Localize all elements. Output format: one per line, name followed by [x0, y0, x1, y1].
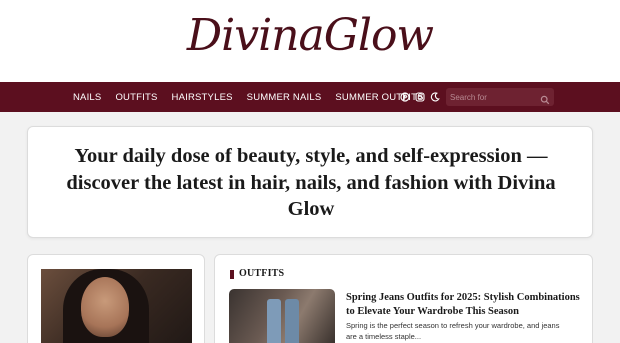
- article-thumbnail[interactable]: [229, 289, 335, 343]
- nav-item-outfits[interactable]: OUTFITS: [108, 92, 164, 103]
- nav-item-nails[interactable]: NAILS: [66, 92, 108, 103]
- outfits-section-card: OUTFITS Spring Jeans Outfits for 2025: S…: [214, 254, 593, 343]
- search-input[interactable]: [450, 88, 538, 106]
- site-logo[interactable]: DivinaGlow: [0, 6, 620, 66]
- article-excerpt: Spring is the perfect season to refresh …: [346, 321, 560, 341]
- featured-card: [27, 254, 205, 343]
- featured-image[interactable]: [41, 269, 192, 343]
- pinterest-icon[interactable]: [400, 92, 410, 102]
- nav-item-hairstyles[interactable]: HAIRSTYLES: [165, 92, 240, 103]
- instagram-icon[interactable]: [415, 92, 425, 102]
- hero-card: Your daily dose of beauty, style, and se…: [27, 126, 593, 238]
- search-box: [446, 88, 554, 106]
- hero-tagline: Your daily dose of beauty, style, and se…: [66, 145, 556, 220]
- face-shape: [81, 277, 129, 337]
- section-marker: [230, 270, 234, 279]
- nav-menu: NAILS OUTFITS HAIRSTYLES SUMMER NAILS SU…: [66, 82, 431, 112]
- article-title[interactable]: Spring Jeans Outfits for 2025: Stylish C…: [346, 291, 581, 319]
- site-header: DivinaGlow: [0, 0, 620, 82]
- search-icon[interactable]: [540, 92, 550, 105]
- moon-icon[interactable]: [430, 92, 440, 102]
- thumbnail-detail: [285, 299, 299, 343]
- thumbnail-detail: [267, 299, 281, 343]
- section-title[interactable]: OUTFITS: [239, 268, 284, 279]
- nav-item-summer-nails[interactable]: SUMMER NAILS: [240, 92, 329, 103]
